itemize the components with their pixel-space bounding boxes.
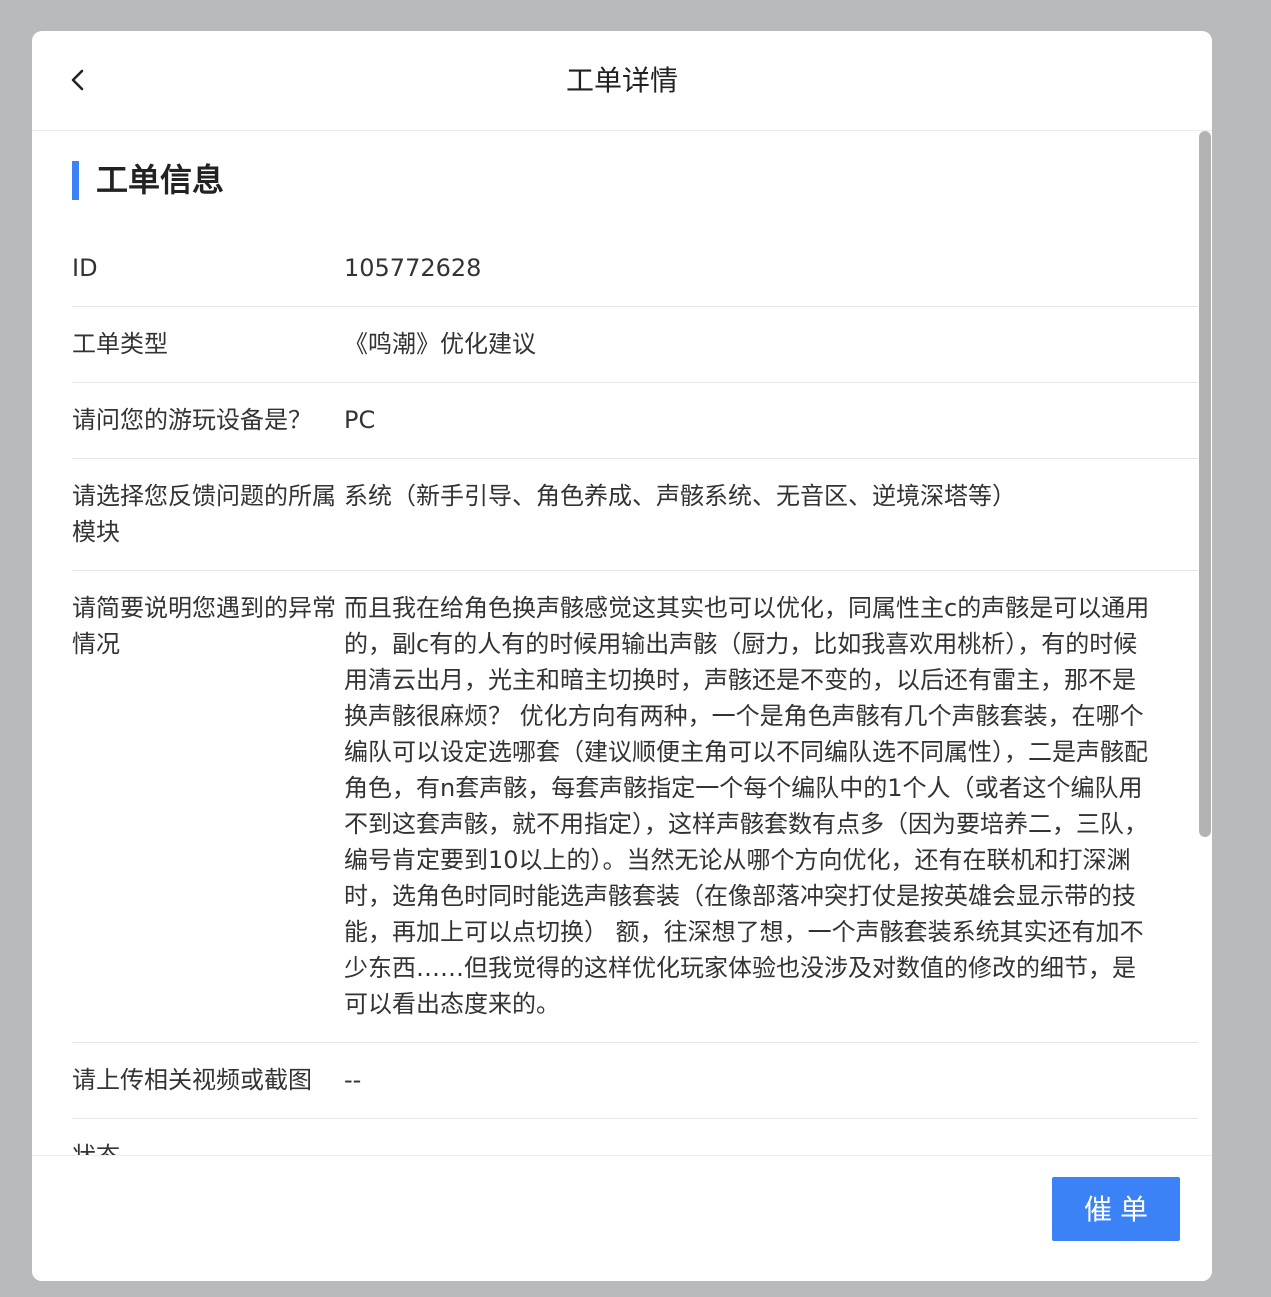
info-row-description: 请简要说明您遇到的异常情况 而且我在给角色换声骸感觉这其实也可以优化，同属性主c… [72, 571, 1198, 1043]
info-row-module: 请选择您反馈问题的所属模块 系统（新手引导、角色养成、声骸系统、无音区、逆境深塔… [72, 459, 1198, 571]
scrollbar[interactable] [1198, 131, 1212, 1155]
info-row-status: 状态 [72, 1119, 1198, 1155]
dialog-footer: 催单 [32, 1155, 1212, 1281]
dialog-header: 工单详情 [32, 31, 1212, 131]
page-title: 工单详情 [565, 64, 678, 97]
info-row-id: ID 105772628 [72, 231, 1198, 307]
info-value: -- [344, 1066, 362, 1094]
info-value: 《鸣潮》优化建议 [344, 330, 536, 358]
ticket-detail-dialog: 工单详情 工单信息 ID 105772628 工单类型 《鸣潮》优化建议 请问您… [32, 31, 1212, 1281]
info-row-attachments: 请上传相关视频或截图 -- [72, 1043, 1198, 1119]
info-label: 工单类型 [72, 330, 168, 358]
info-list: ID 105772628 工单类型 《鸣潮》优化建议 请问您的游玩设备是？ PC… [72, 231, 1198, 1155]
info-row-device: 请问您的游玩设备是？ PC [72, 383, 1198, 459]
urge-button[interactable]: 催单 [1052, 1177, 1180, 1241]
info-value: 105772628 [344, 254, 482, 282]
info-value [344, 1138, 1198, 1155]
info-label: 请问您的游玩设备是？ [72, 406, 312, 434]
section-title: 工单信息 [96, 161, 225, 199]
scrollbar-thumb[interactable] [1199, 131, 1211, 837]
section-accent-bar [72, 161, 79, 200]
info-label: 请选择您反馈问题的所属模块 [72, 482, 336, 546]
info-value: 系统（新手引导、角色养成、声骸系统、无音区、逆境深塔等） [344, 482, 1016, 510]
info-label: ID [72, 254, 98, 282]
info-label: 请上传相关视频或截图 [72, 1066, 312, 1094]
info-label: 请简要说明您遇到的异常情况 [72, 594, 336, 658]
detail-scroll-area[interactable]: 工单信息 ID 105772628 工单类型 《鸣潮》优化建议 请问您的游玩设备… [32, 131, 1212, 1155]
info-value: 而且我在给角色换声骸感觉这其实也可以优化，同属性主c的声骸是可以通用的，副c有的… [344, 594, 1150, 1018]
info-value: PC [344, 406, 376, 434]
info-label: 状态 [72, 1138, 344, 1155]
info-row-ticket-type: 工单类型 《鸣潮》优化建议 [72, 307, 1198, 383]
